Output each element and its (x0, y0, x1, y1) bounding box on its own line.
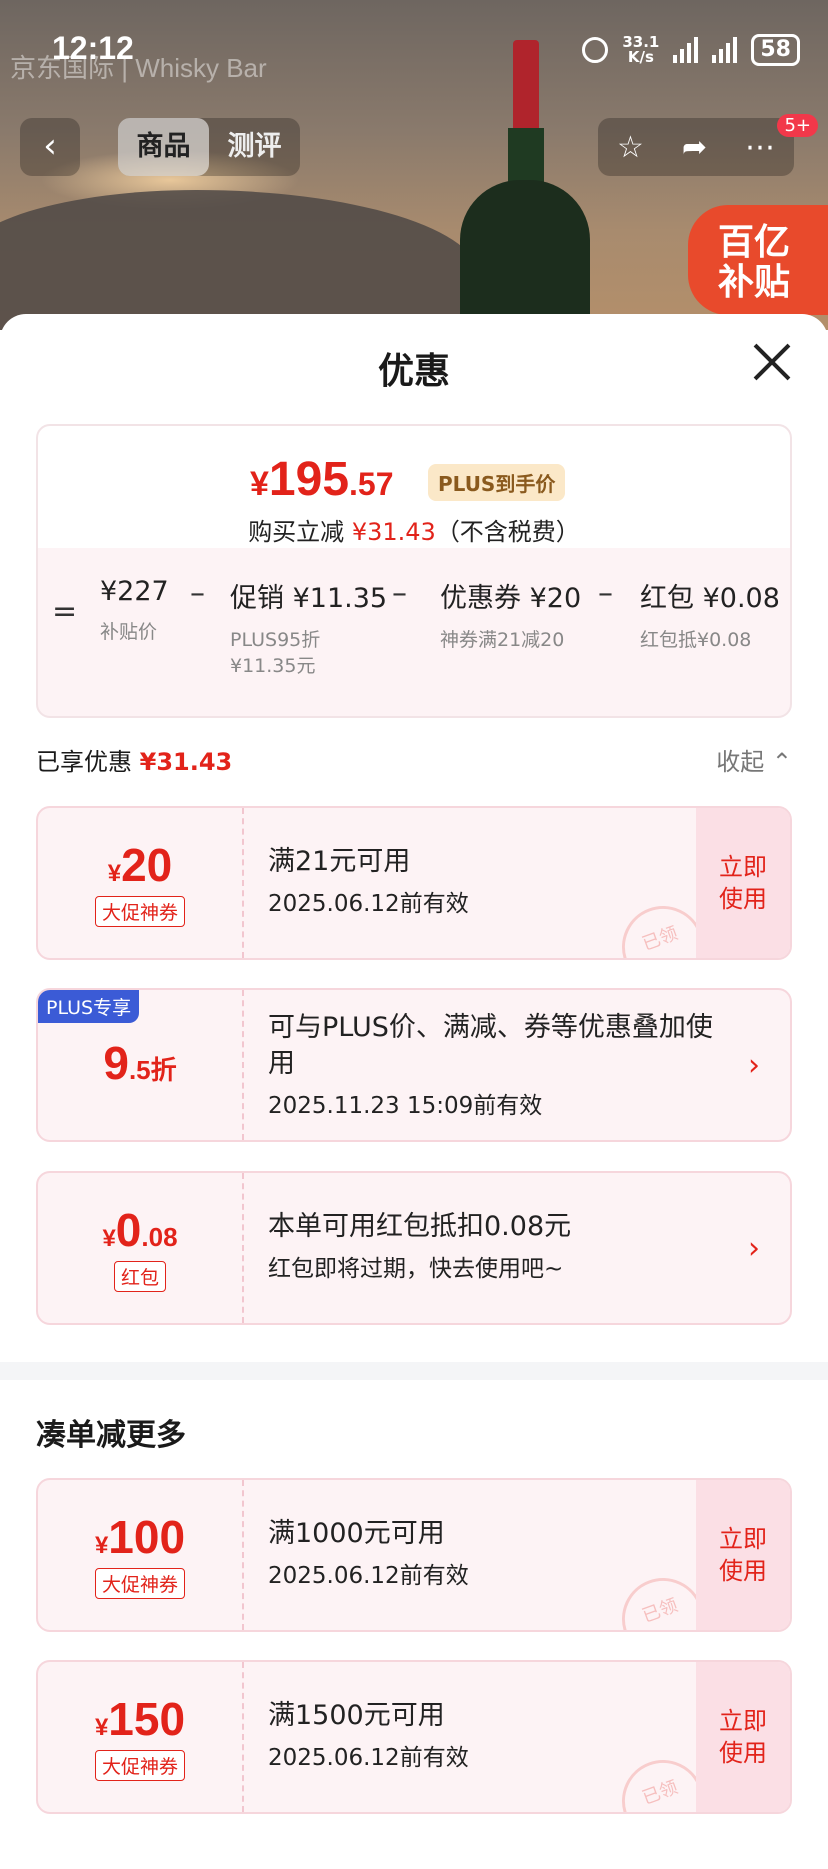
red-packet-hint: 红包即将过期，快去使用吧~ (268, 1256, 564, 1282)
battery-indicator: 58 (751, 34, 800, 66)
notification-badge: 5+ (777, 114, 818, 137)
instant-reduction: 购买立减 ¥31.43（不含税费） (248, 518, 580, 546)
use-now-button[interactable]: 立即 使用 (696, 1662, 790, 1812)
coupon-card[interactable]: ¥100 大促神券 满1000元可用 2025.06.12前有效 已领 立即 使… (36, 1478, 792, 1632)
signal-icon (673, 37, 699, 63)
coupon-type-tag: 大促神券 (94, 896, 185, 927)
formula-coupon: 优惠券 ¥20 神券满21减20 (440, 583, 582, 651)
sheet-title: 优惠 (377, 351, 450, 392)
plus-validity: 2025.11.23 15:09前有效 (268, 1093, 543, 1119)
chevron-right-icon[interactable]: › (748, 1048, 760, 1083)
coupon-condition: 满1000元可用 (268, 1518, 445, 1549)
minus-sign: – (598, 576, 613, 611)
tab-review[interactable]: 测评 (209, 118, 300, 176)
coupon-condition: 满1500元可用 (268, 1700, 445, 1731)
tab-product[interactable]: 商品 (118, 118, 209, 176)
plus-description: 可与PLUS价、满减、券等优惠叠加使用 (268, 1012, 713, 1079)
hills-silhouette (0, 190, 480, 330)
coupon-condition: 满21元可用 (268, 846, 411, 877)
back-button[interactable]: ‹ (20, 118, 80, 176)
network-speed: 33.1 K/s (622, 33, 660, 66)
coupon-amount: ¥150 (94, 1693, 186, 1745)
use-now-button[interactable]: 立即 使用 (696, 808, 790, 958)
brand-watermark: 京东国际 | Whisky Bar (10, 53, 267, 83)
red-packet-condition: 本单可用红包抵扣0.08元 (268, 1211, 572, 1242)
signal-icon-2 (712, 37, 738, 63)
coupon-type-tag: 大促神券 (94, 1750, 185, 1781)
coupon-card[interactable]: ¥150 大促神券 满1500元可用 2025.06.12前有效 已领 立即 使… (36, 1660, 792, 1814)
red-packet-tag: 红包 (113, 1261, 166, 1292)
action-group: ☆ ➦ ⋯ (598, 118, 794, 176)
minus-sign: – (190, 576, 205, 611)
price-formula: = ¥227 补贴价 – 促销 ¥11.35 PLUS95折 ¥11.35元 –… (38, 576, 790, 706)
close-icon[interactable] (752, 342, 792, 382)
final-price: ¥195.57 (250, 453, 394, 506)
coupon-type-tag: 大促神券 (94, 1568, 185, 1599)
more-icon[interactable]: ⋯ (745, 130, 775, 165)
chevron-right-icon[interactable]: › (748, 1231, 760, 1266)
coupon-card[interactable]: ¥20 大促神券 满21元可用 2025.06.12前有效 已领 立即 使用 (36, 806, 792, 960)
clock: 12:12 (52, 30, 134, 66)
alarm-icon (582, 37, 609, 63)
section-divider (0, 1362, 828, 1380)
formula-promotion: 促销 ¥11.35 PLUS95折 ¥11.35元 (230, 583, 388, 677)
minus-sign: – (392, 576, 407, 611)
chevron-left-icon: ‹ (43, 126, 57, 166)
enjoyed-discount: 已享优惠 ¥31.43 (36, 748, 233, 776)
red-packet-card[interactable]: ¥0.08 红包 本单可用红包抵扣0.08元 红包即将过期，快去使用吧~ › (36, 1171, 792, 1325)
collapse-toggle[interactable]: 收起 ⌃ (716, 742, 792, 777)
plus-discount-card[interactable]: PLUS专享 9.5折 可与PLUS价、满减、券等优惠叠加使用 2025.11.… (36, 988, 792, 1142)
share-icon[interactable]: ➦ (682, 130, 707, 165)
more-section-title: 凑单减更多 (36, 1418, 186, 1453)
formula-subsidy-price: ¥227 补贴价 (100, 576, 169, 643)
chevron-up-icon: ⌃ (771, 748, 792, 776)
status-bar: 京东国际 | Whisky Bar 12:12 33.1 K/s 58 (0, 0, 828, 100)
price-summary-card: ¥195.57 PLUS到手价 购买立减 ¥31.43（不含税费） = ¥227… (36, 424, 792, 718)
subsidy-badge: 百亿 补贴 (688, 205, 828, 315)
star-icon[interactable]: ☆ (617, 130, 644, 165)
formula-red-packet: 红包 ¥0.08 红包抵¥0.08 (640, 583, 780, 651)
equals-sign: = (52, 594, 78, 629)
coupon-amount: ¥20 (107, 839, 173, 891)
top-tabs: 商品 测评 (118, 118, 300, 176)
use-now-button[interactable]: 立即 使用 (696, 1480, 790, 1630)
discount-rate: 9.5折 (103, 1037, 177, 1089)
plus-price-tag: PLUS到手价 (428, 464, 566, 501)
coupon-amount: ¥100 (94, 1511, 186, 1563)
red-packet-amount: ¥0.08 (102, 1204, 178, 1256)
